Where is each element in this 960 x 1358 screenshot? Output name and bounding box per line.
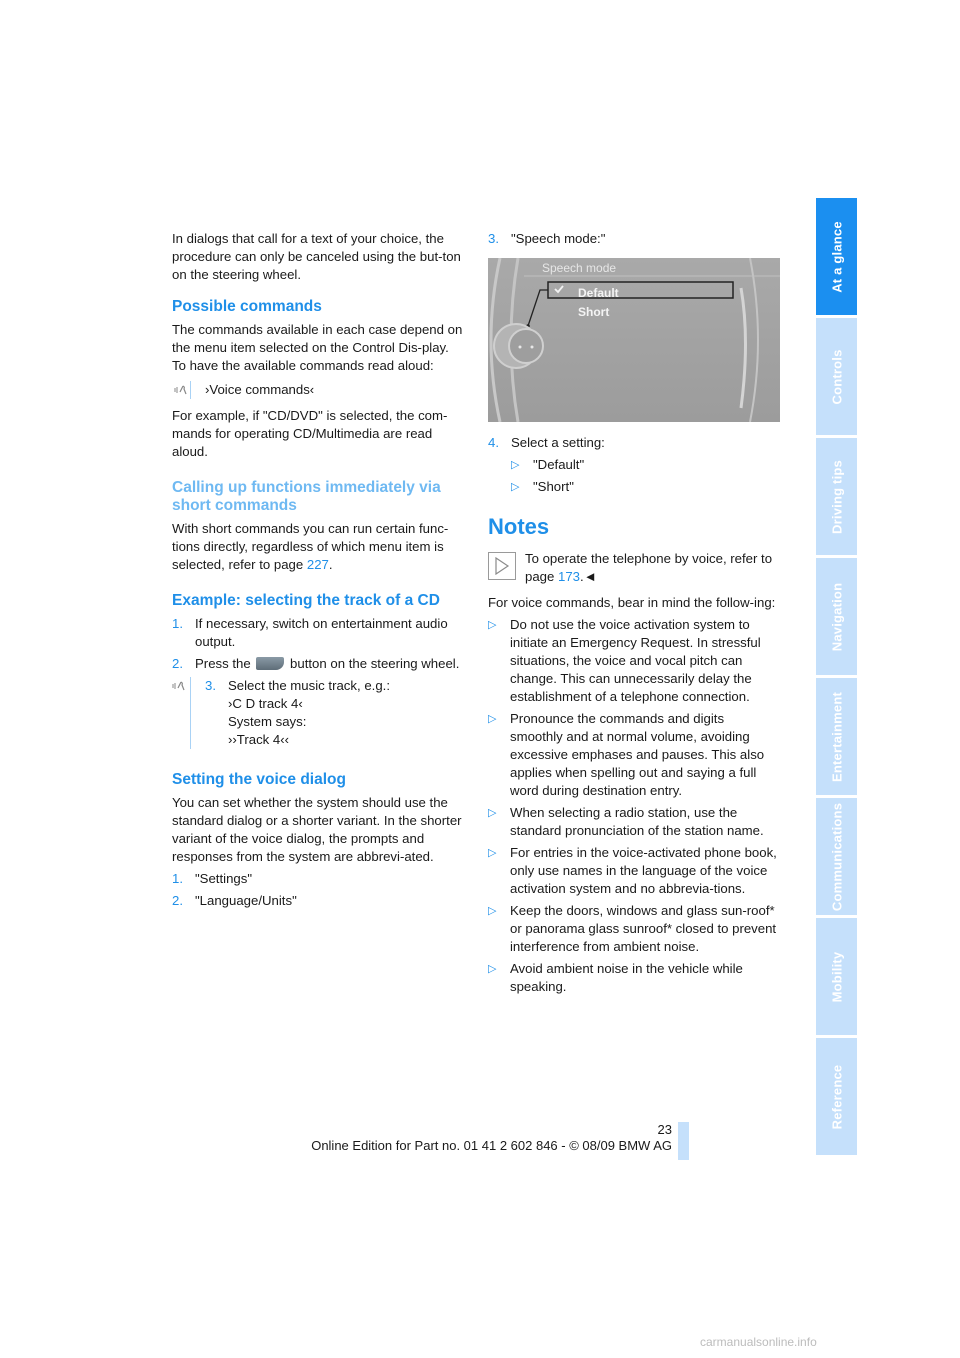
bullet-triangle-icon: ▷	[511, 481, 520, 493]
voice-command-row: ›Voice commands‹	[172, 381, 468, 399]
notes-bullet-list: ▷ Do not use the voice activation system …	[488, 616, 780, 996]
heading-possible-commands: Possible commands	[172, 298, 322, 315]
bullet-triangle-icon: ▷	[511, 459, 520, 471]
tab-at-a-glance[interactable]: At a glance	[816, 198, 857, 315]
bullet-triangle-icon: ▷	[488, 807, 497, 819]
voice-dialog-step-2: 2. "Language/Units"	[172, 893, 297, 908]
bullet-triangle-icon: ▷	[488, 847, 497, 859]
notes-bullet: ▷ Pronounce the commands and digits smoot…	[488, 711, 765, 798]
possible-commands-example: For example, if "CD/DVD" is selected, th…	[172, 408, 448, 459]
voice-speak-icon	[172, 381, 191, 399]
notes-intro: For voice commands, bear in mind the fol…	[488, 595, 776, 610]
notes-bullet: ▷ For entries in the voice-activated phon…	[488, 845, 777, 896]
tab-mobility[interactable]: Mobility	[816, 918, 857, 1035]
left-column: In dialogs that call for a text of your …	[172, 230, 468, 914]
screen-option-short[interactable]: Short	[578, 303, 609, 321]
page-link-173[interactable]: 173	[558, 569, 580, 584]
notes-bullet: ▷ Do not use the voice activation system …	[488, 617, 761, 704]
bullet-triangle-icon: ▷	[488, 905, 497, 917]
tab-controls[interactable]: Controls	[816, 318, 857, 435]
cd-track-command: ›C D track 4‹	[228, 696, 303, 711]
tab-reference[interactable]: Reference	[816, 1038, 857, 1155]
setting-options: ▷ "Default" ▷ "Short"	[488, 456, 780, 496]
footer-edition: Online Edition for Part no. 01 41 2 602 …	[311, 1138, 672, 1153]
bullet-triangle-icon: ▷	[488, 619, 497, 631]
heading-notes: Notes	[488, 514, 550, 539]
notes-bullet: ▷ When selecting a radio station, use the…	[488, 805, 764, 838]
voice-commands-text: ›Voice commands‹	[205, 382, 315, 397]
notes-bullet: ▷ Avoid ambient noise in the vehicle whil…	[488, 961, 743, 994]
speech-mode-screen-image: Speech mode Default Short	[488, 257, 780, 423]
select-setting-step-4: 4. Select a setting:	[488, 435, 605, 450]
footer-bar	[678, 1122, 689, 1160]
voice-dialog-step-1: 1. "Settings"	[172, 871, 253, 886]
tab-navigation[interactable]: Navigation	[816, 558, 857, 675]
steering-wheel-voice-button-icon	[256, 657, 285, 670]
speech-mode-step-3: 3. "Speech mode:"	[488, 231, 606, 246]
note-telephone: To operate the telephone by voice, refer…	[488, 550, 780, 586]
chapter-tabs: At a glance Controls Driving tips Naviga…	[816, 198, 857, 1158]
note-play-icon	[488, 552, 516, 580]
heading-example-cd: Example: selecting the track of a CD	[172, 592, 440, 609]
page-number: 23	[657, 1122, 672, 1137]
page-link-227[interactable]: 227	[307, 557, 329, 572]
possible-commands-body: The commands available in each case depe…	[172, 322, 463, 355]
tab-driving-tips[interactable]: Driving tips	[816, 438, 857, 555]
intro-paragraph: In dialogs that call for a text of your …	[172, 231, 461, 282]
system-response: ››Track 4‹‹	[228, 732, 290, 747]
right-column: 3. "Speech mode:" Speech mode Default Sh…	[488, 230, 780, 1000]
setting-option: ▷ "Default"	[511, 457, 585, 472]
voice-dialog-body: You can set whether the system should us…	[172, 795, 462, 864]
notes-bullet: ▷ Keep the doors, windows and glass sun-r…	[488, 903, 777, 954]
bullet-triangle-icon: ▷	[488, 963, 497, 975]
voice-speak-icon	[172, 677, 191, 749]
possible-commands-instruction: To have the available commands read alou…	[172, 358, 434, 373]
setting-option: ▷ "Short"	[511, 479, 574, 494]
tab-communications[interactable]: Communications	[816, 798, 857, 915]
tab-entertainment[interactable]: Entertainment	[816, 678, 857, 795]
heading-voice-dialog: Setting the voice dialog	[172, 771, 346, 788]
watermark: carmanualsonline.info	[700, 1335, 817, 1349]
heading-short-commands: Calling up functions immediately via sho…	[172, 479, 441, 514]
bullet-triangle-icon: ▷	[488, 713, 497, 725]
screen-option-default[interactable]: Default	[578, 284, 619, 302]
short-commands-body: With short commands you can run certain …	[172, 521, 449, 572]
screen-title: Speech mode	[542, 261, 617, 275]
cd-step-3: 3. Select the music track, e.g.: ›C D tr…	[172, 677, 468, 749]
cd-step-2: 2. Press the button on the steering whee…	[172, 656, 460, 671]
cd-step-1: 1. If necessary, switch on entertainment…	[172, 616, 448, 649]
